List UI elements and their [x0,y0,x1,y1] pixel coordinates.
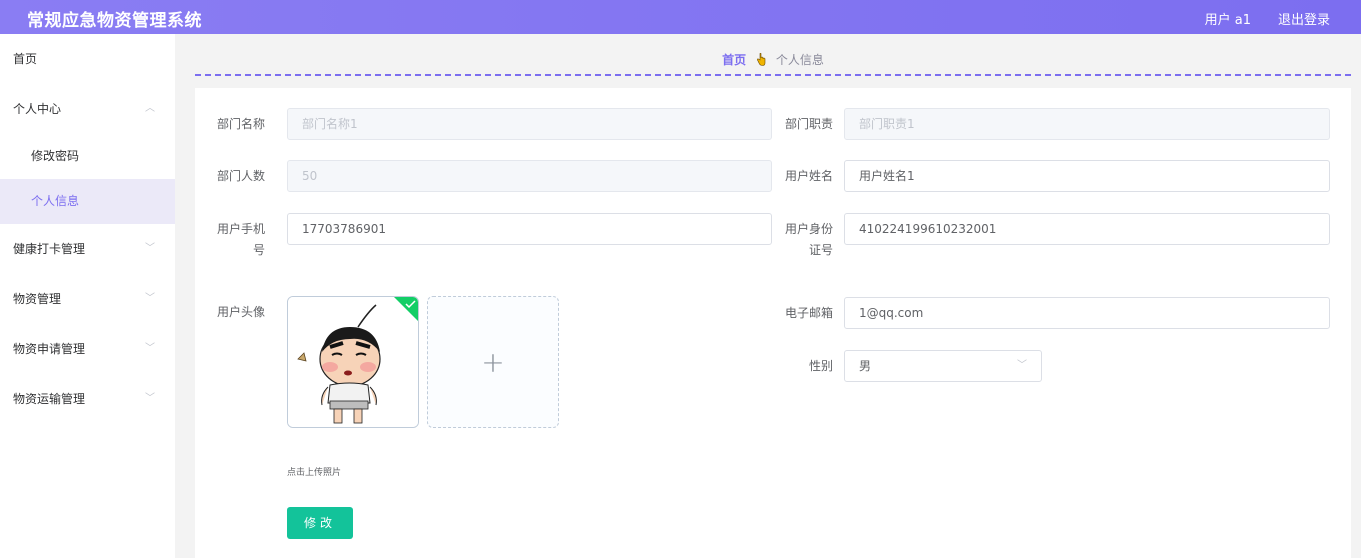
phone-label-line2: 号 [252,243,265,257]
app-title: 常规应急物资管理系统 [27,11,202,31]
sidebar-item-label: 个人中心 [13,102,62,116]
sidebar-item-personal-center[interactable]: 个人中心 ︿ [0,84,175,134]
logout-link[interactable]: 退出登录 [1278,9,1330,28]
cartoon-avatar-image [288,297,418,427]
profile-form: 部门名称 部门名称1 部门职责 部门职责1 部门人数 50 用户姓名 用户姓名1… [195,88,1351,558]
chevron-up-icon: ︿ [145,103,155,114]
sidebar-item-materials[interactable]: 物资管理 ﹀ [0,274,175,324]
id-number-label: 用户身份 证号 [773,213,833,257]
dept-name-label: 部门名称 [216,117,265,131]
top-bar: 常规应急物资管理系统 用户 a1 退出登录 [0,0,1361,34]
avatar-preview[interactable] [287,296,419,428]
chevron-down-icon: ﹀ [145,343,155,354]
avatar-upload-button[interactable]: + [427,296,559,428]
sidebar: 首页 个人中心 ︿ 修改密码 个人信息 健康打卡管理 ﹀ 物资管理 ﹀ 物资申请… [0,34,175,558]
dept-duty-field: 部门职责1 [844,108,1330,140]
sidebar-item-label: 物资运输管理 [13,392,86,406]
dept-duty-label: 部门职责 [784,117,833,131]
sidebar-item-label: 物资申请管理 [13,342,86,356]
gender-select-value: 男 [859,359,872,373]
phone-field[interactable]: 17703786901 [287,213,772,245]
sidebar-item-change-password[interactable]: 修改密码 [0,134,175,179]
dept-count-label: 部门人数 [216,169,265,183]
gender-label: 性别 [808,359,833,373]
breadcrumb-home[interactable]: 首页 [722,53,746,67]
breadcrumb: 首页 个人信息 [195,34,1351,76]
sidebar-item-personal-info[interactable]: 个人信息 [0,179,175,224]
dept-count-field: 50 [287,160,772,192]
avatar-label: 用户头像 [216,305,265,319]
sidebar-item-label: 物资管理 [13,292,62,306]
gender-select[interactable]: 男 ﹀ [844,350,1042,382]
phone-label: 用户手机 号 [205,213,265,257]
id-number-label-line1: 用户身份 [784,222,833,236]
main-content: 首页 个人信息 部门名称 部门名称1 部门职责 部门职责1 部门人数 50 用户… [175,34,1361,558]
sidebar-item-material-apply[interactable]: 物资申请管理 ﹀ [0,324,175,374]
user-name-field[interactable]: 用户姓名1 [844,160,1330,192]
dept-name-field: 部门名称1 [287,108,772,140]
chevron-down-icon: ﹀ [145,243,155,254]
chevron-down-icon: ﹀ [145,293,155,304]
id-number-field[interactable]: 410224199610232001 [844,213,1330,245]
sidebar-item-label: 健康打卡管理 [13,242,86,256]
user-name-label: 用户姓名 [784,169,833,183]
hand-pointer-icon [756,34,766,86]
upload-tip: 点击上传照片 [287,468,342,478]
sidebar-item-material-transport[interactable]: 物资运输管理 ﹀ [0,374,175,424]
phone-label-line1: 用户手机 [216,222,265,236]
current-user-label: 用户 a1 [1204,13,1251,28]
submit-button[interactable]: 修改 [287,507,353,539]
breadcrumb-current: 个人信息 [775,53,824,67]
chevron-down-icon: ﹀ [1017,360,1027,371]
id-number-label-line2: 证号 [808,243,833,257]
plus-icon: + [481,345,505,379]
email-label: 电子邮箱 [784,306,833,320]
sidebar-item-health-checkin[interactable]: 健康打卡管理 ﹀ [0,224,175,274]
sidebar-item-home[interactable]: 首页 [0,34,175,84]
email-field[interactable]: 1@qq.com [844,297,1330,329]
chevron-down-icon: ﹀ [145,393,155,404]
